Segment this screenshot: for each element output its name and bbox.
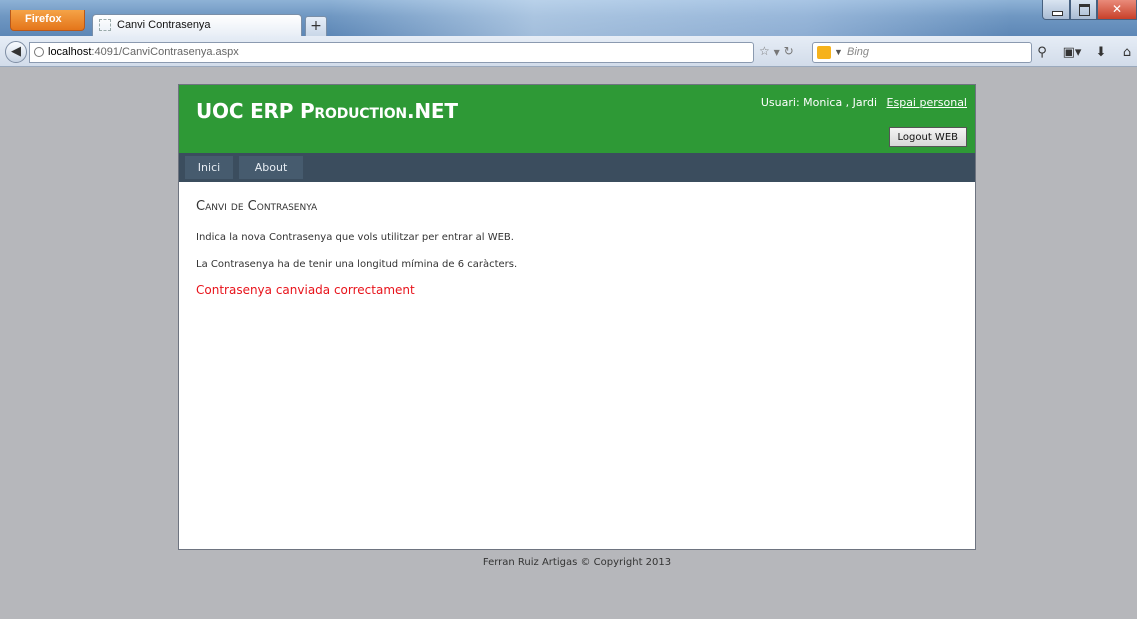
- titlebar-glow: [330, 0, 1010, 36]
- url-path: :4091/CanviContrasenya.aspx: [91, 46, 239, 58]
- window-minimize-button[interactable]: [1042, 0, 1070, 20]
- tab-title: Canvi Contrasenya: [117, 19, 211, 31]
- new-tab-button[interactable]: +: [305, 16, 327, 36]
- reload-icon[interactable]: ↻: [784, 44, 794, 58]
- site-header: UOC ERP Production.NET Usuari: Monica , …: [179, 85, 975, 153]
- back-button[interactable]: ◀: [5, 41, 27, 63]
- bookmarks-menu-icon[interactable]: ▣▾: [1060, 45, 1084, 61]
- chevron-down-icon[interactable]: ▼: [834, 43, 843, 62]
- site-title: UOC ERP Production.NET: [196, 99, 458, 123]
- bing-engine-icon[interactable]: [817, 46, 831, 59]
- page-footer: Ferran Ruiz Artigas © Copyright 2013: [482, 557, 672, 568]
- logout-button[interactable]: Logout WEB: [888, 127, 967, 147]
- close-icon: ✕: [1111, 2, 1123, 16]
- bookmark-star-icon[interactable]: ☆: [759, 44, 770, 58]
- search-bar[interactable]: ▼ Bing: [812, 42, 1032, 63]
- page-container: UOC ERP Production.NET Usuari: Monica , …: [178, 84, 976, 550]
- url-tools: ☆ ▼ ↻: [755, 42, 811, 63]
- search-placeholder: Bing: [847, 46, 870, 58]
- globe-icon: [34, 47, 44, 57]
- search-icon[interactable]: ⚲: [1035, 45, 1049, 61]
- page-title: Canvi de Contrasenya: [196, 199, 318, 214]
- menu-item-inici[interactable]: Inici: [185, 156, 233, 179]
- url-bar[interactable]: localhost:4091/CanviContrasenya.aspx: [29, 42, 754, 63]
- dropdown-arrow-icon[interactable]: ▼: [774, 48, 780, 57]
- menu-item-about[interactable]: About: [239, 156, 303, 179]
- success-message: Contrasenya canviada correctament: [196, 283, 415, 297]
- user-label: Usuari: Monica , Jardi: [760, 96, 878, 109]
- instruction-text: Indica la nova Contrasenya que vols util…: [196, 232, 514, 243]
- download-icon[interactable]: ⬇: [1094, 45, 1108, 61]
- home-icon[interactable]: ⌂: [1120, 45, 1134, 61]
- back-arrow-icon: ◀: [11, 44, 21, 59]
- window-maximize-button[interactable]: [1070, 0, 1097, 20]
- main-menu: Inici About: [179, 153, 975, 182]
- browser-titlebar: Firefox Canvi Contrasenya + ✕: [0, 0, 1137, 36]
- url-host: localhost: [48, 46, 92, 58]
- firefox-menu-button[interactable]: Firefox: [10, 10, 85, 31]
- browser-navbar: ◀ localhost:4091/CanviContrasenya.aspx ☆…: [0, 36, 1137, 67]
- length-requirement-text: La Contrasenya ha de tenir una longitud …: [196, 259, 518, 270]
- login-info: Usuari: Monica , Jardi Espai personal: [761, 96, 967, 109]
- browser-tab-active[interactable]: Canvi Contrasenya: [92, 14, 302, 36]
- page-favicon-icon: [99, 19, 111, 31]
- window-close-button[interactable]: ✕: [1097, 0, 1137, 20]
- espai-personal-link[interactable]: Espai personal: [887, 96, 967, 109]
